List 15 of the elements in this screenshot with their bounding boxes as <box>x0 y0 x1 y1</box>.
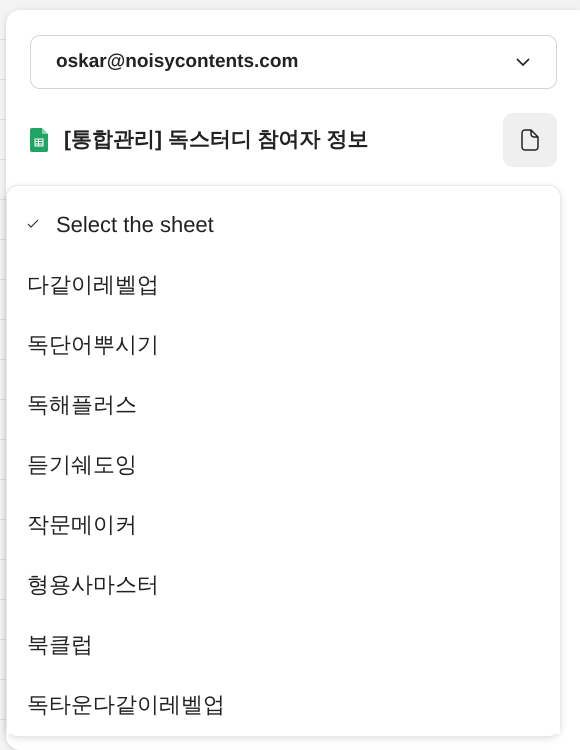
document-icon <box>521 129 539 151</box>
file-title: [통합관리] 독스터디 참여자 정보 <box>64 127 368 154</box>
sheet-option[interactable]: Select the sheet <box>7 194 560 254</box>
spreadsheet-icon <box>30 128 48 152</box>
file-button[interactable] <box>503 113 557 167</box>
sheet-option[interactable]: 작문메이커 <box>7 494 560 554</box>
sheet-option[interactable]: 독단어뿌시기 <box>7 314 560 374</box>
account-select[interactable]: oskar@noisycontents.com <box>30 35 557 89</box>
sheet-option[interactable]: 형용사마스터 <box>7 554 560 614</box>
sheet-option[interactable]: 다같이레벨업 <box>7 254 560 314</box>
sheet-option[interactable]: 독해플러스 <box>7 374 560 434</box>
sheet-option[interactable]: 독타운다같이레벨업 <box>7 674 560 734</box>
chevron-down-icon <box>515 57 531 67</box>
sheet-option[interactable]: 북클럽 <box>7 614 560 674</box>
sheet-option[interactable]: 듣기쉐도잉 <box>7 434 560 494</box>
